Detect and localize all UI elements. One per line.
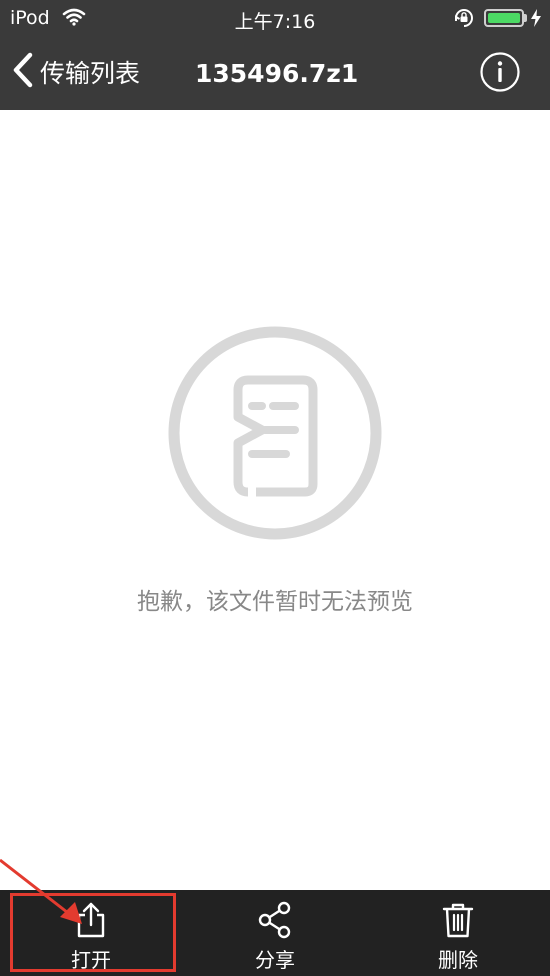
battery-level — [488, 13, 520, 23]
share-icon — [255, 900, 295, 940]
share-label: 分享 — [255, 948, 295, 972]
rotation-lock-icon — [453, 8, 475, 33]
top-bar: iPod 上午7:16 传输列表 135496.7z1 — [0, 0, 550, 110]
delete-label: 删除 — [438, 948, 478, 972]
back-label: 传输列表 — [40, 59, 141, 88]
bolt-icon — [530, 8, 542, 33]
navigation-bar: 传输列表 135496.7z1 — [0, 40, 550, 106]
status-bar: iPod 上午7:16 — [0, 0, 550, 36]
file-unavailable-icon — [166, 324, 384, 542]
arrow-annotation-icon — [0, 840, 100, 930]
info-icon[interactable] — [480, 52, 520, 92]
back-button[interactable]: 传输列表 — [12, 52, 140, 92]
delete-button[interactable]: 删除 — [388, 890, 528, 976]
battery-icon — [484, 9, 524, 27]
share-button[interactable]: 分享 — [205, 890, 345, 976]
page-title: 135496.7z1 — [195, 59, 359, 88]
trash-icon — [438, 900, 478, 940]
preview-area: 抱歉，该文件暂时无法预览 — [0, 110, 550, 890]
battery-tip — [524, 14, 527, 22]
preview-unavailable-message: 抱歉，该文件暂时无法预览 — [137, 589, 413, 615]
chevron-left-icon — [12, 52, 34, 92]
